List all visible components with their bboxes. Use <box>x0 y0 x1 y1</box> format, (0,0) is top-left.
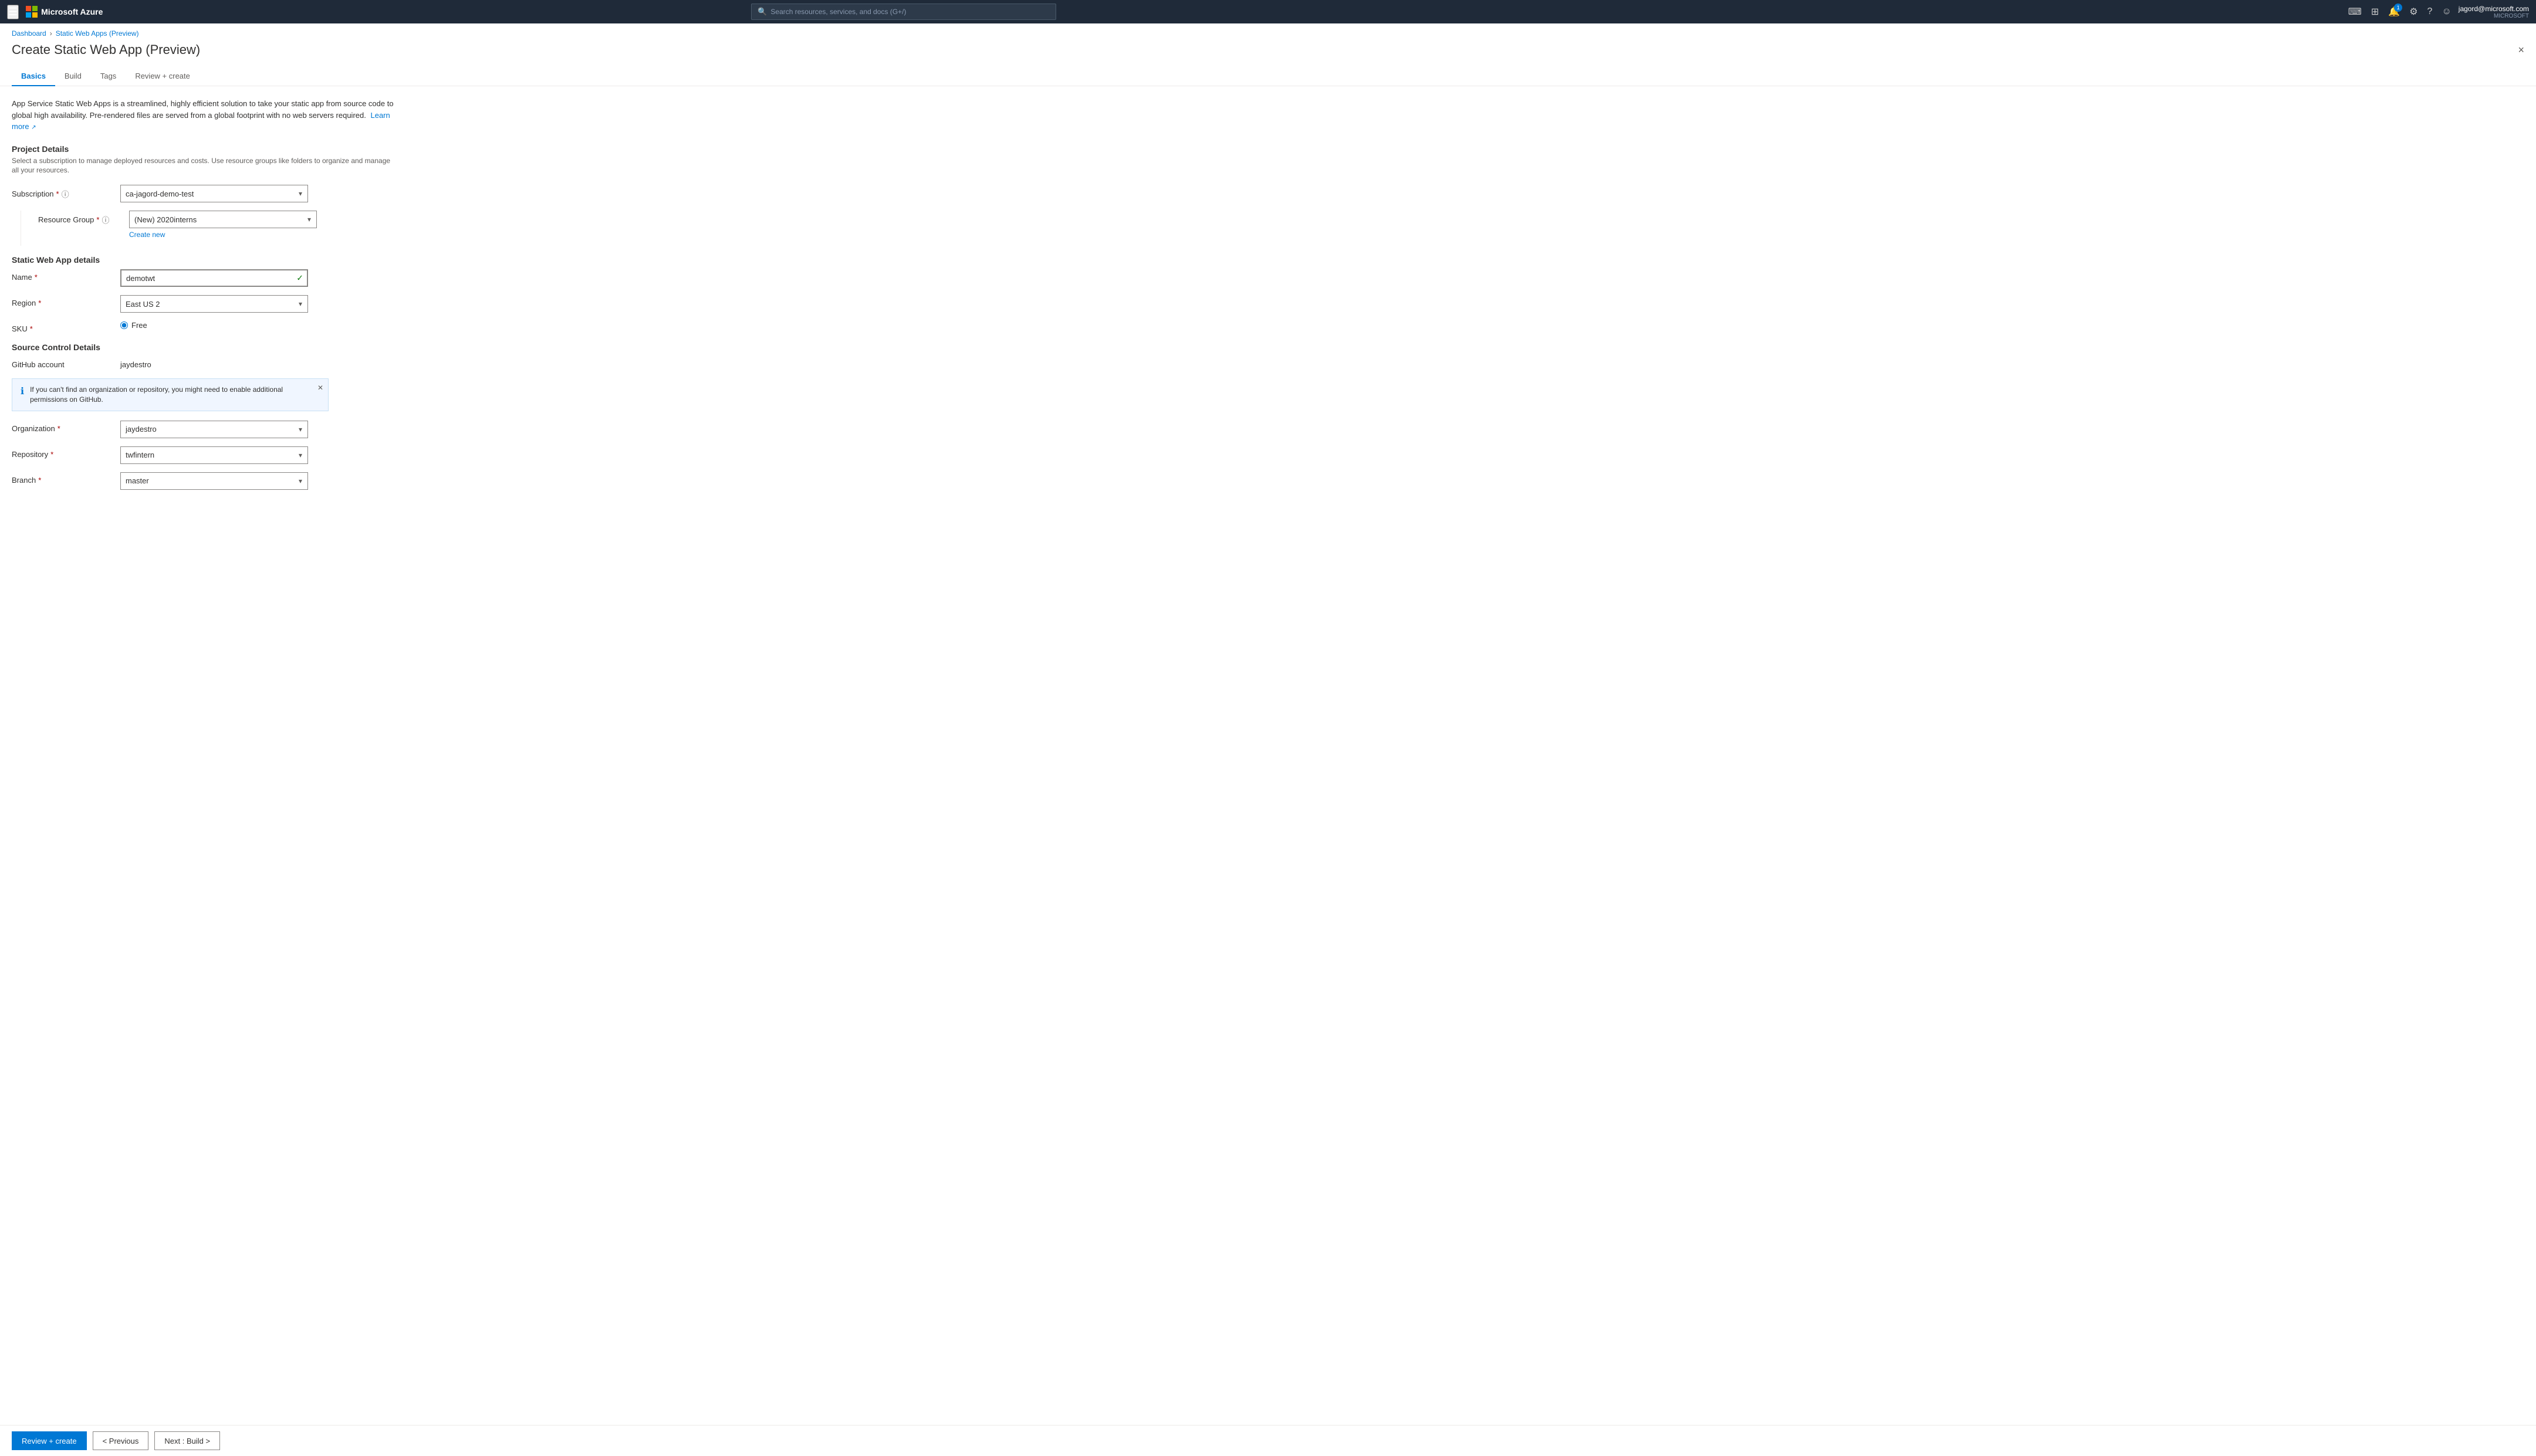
global-search-box[interactable]: 🔍 <box>751 4 1056 20</box>
info-banner-icon: ℹ <box>21 385 24 397</box>
name-valid-icon: ✓ <box>296 273 303 283</box>
name-input-wrapper: ✓ <box>120 269 308 287</box>
resource-group-info-icon[interactable]: ⓘ <box>102 214 109 225</box>
sku-options: Free <box>120 321 147 330</box>
notification-badge: 1 <box>2394 4 2402 12</box>
resource-group-label: Resource Group * ⓘ <box>38 211 129 225</box>
page-title-bar: Create Static Web App (Preview) × <box>0 38 2536 67</box>
name-input[interactable] <box>120 269 308 287</box>
user-email: jagord@microsoft.com <box>2459 5 2529 13</box>
repository-select[interactable]: twfintern <box>120 446 308 464</box>
region-select-wrapper[interactable]: East US 2 <box>120 295 308 313</box>
name-row: Name * ✓ <box>12 269 399 287</box>
next-build-button[interactable]: Next : Build > <box>154 1431 220 1450</box>
settings-button[interactable]: ⚙ <box>2407 4 2420 20</box>
subscription-required: * <box>56 189 59 198</box>
search-icon: 🔍 <box>758 7 767 16</box>
static-webapp-details-title: Static Web App details <box>12 255 399 265</box>
branch-select-wrapper[interactable]: master <box>120 472 308 490</box>
tab-review-create[interactable]: Review + create <box>126 67 200 86</box>
tab-basics[interactable]: Basics <box>12 67 55 86</box>
subscription-row: Subscription * ⓘ ca-jagord-demo-test <box>12 185 399 202</box>
project-details-title: Project Details <box>12 144 399 154</box>
resource-group-row: Resource Group * ⓘ (New) 2020interns Cre… <box>12 211 399 246</box>
github-account-label: GitHub account <box>12 357 120 369</box>
repository-required: * <box>50 450 53 459</box>
branch-select[interactable]: master <box>120 472 308 490</box>
resource-group-control: (New) 2020interns Create new <box>129 211 317 239</box>
sku-free-text: Free <box>131 321 147 330</box>
repository-label: Repository * <box>12 446 120 459</box>
github-account-row: GitHub account jaydestro <box>12 357 399 369</box>
intro-description: App Service Static Web Apps is a streaml… <box>12 98 399 133</box>
subscription-select-wrapper[interactable]: ca-jagord-demo-test <box>120 185 308 202</box>
project-details-desc: Select a subscription to manage deployed… <box>12 156 399 176</box>
organization-select[interactable]: jaydestro <box>120 421 308 438</box>
feedback-button[interactable]: ☺ <box>2439 4 2453 19</box>
sku-row: SKU * Free <box>12 321 399 333</box>
tab-tags[interactable]: Tags <box>91 67 126 86</box>
organization-required: * <box>58 424 60 433</box>
close-button[interactable]: × <box>2518 44 2524 56</box>
organization-row: Organization * jaydestro <box>12 421 399 438</box>
sku-free-label[interactable]: Free <box>120 321 147 330</box>
name-required: * <box>35 273 38 282</box>
resource-group-inner: Resource Group * ⓘ (New) 2020interns Cre… <box>38 211 399 239</box>
page-container: Dashboard › Static Web Apps (Preview) Cr… <box>0 23 2536 1456</box>
notifications-button[interactable]: 🔔 1 <box>2386 4 2402 20</box>
resource-group-required: * <box>96 215 99 224</box>
name-label: Name * <box>12 269 120 282</box>
user-org: MICROSOFT <box>2459 13 2529 19</box>
form-content: App Service Static Web Apps is a streaml… <box>0 86 411 557</box>
hamburger-menu-button[interactable]: ☰ <box>7 5 19 19</box>
breadcrumb: Dashboard › Static Web Apps (Preview) <box>0 23 2536 38</box>
region-required: * <box>38 299 41 307</box>
help-button[interactable]: ? <box>2425 4 2435 19</box>
topnav-icon-group: ⌨ ⊞ 🔔 1 ⚙ ? ☺ jagord@microsoft.com MICRO… <box>2346 4 2529 20</box>
review-create-button[interactable]: Review + create <box>12 1431 87 1450</box>
organization-label: Organization * <box>12 421 120 433</box>
info-banner-text: If you can't find an organization or rep… <box>30 385 320 405</box>
user-profile[interactable]: jagord@microsoft.com MICROSOFT <box>2459 5 2529 19</box>
subscription-label: Subscription * ⓘ <box>12 185 120 199</box>
bottom-action-bar: Review + create < Previous Next : Build … <box>0 1425 2536 1456</box>
branch-row: Branch * master <box>12 472 399 490</box>
info-banner: ℹ If you can't find an organization or r… <box>12 378 329 411</box>
tab-bar: Basics Build Tags Review + create <box>0 67 2536 86</box>
brand-logo: Microsoft Azure <box>26 6 103 18</box>
tab-build[interactable]: Build <box>55 67 91 86</box>
external-link-icon: ↗ <box>31 124 36 131</box>
cloud-shell-button[interactable]: ⌨ <box>2346 4 2364 20</box>
top-navigation: ☰ Microsoft Azure 🔍 ⌨ ⊞ 🔔 1 ⚙ ? ☺ jagord… <box>0 0 2536 23</box>
subscription-select[interactable]: ca-jagord-demo-test <box>120 185 308 202</box>
sku-free-radio[interactable] <box>120 321 128 329</box>
breadcrumb-sep-1: › <box>50 29 52 38</box>
region-label: Region * <box>12 295 120 307</box>
organization-select-wrapper[interactable]: jaydestro <box>120 421 308 438</box>
search-input[interactable] <box>770 8 1050 16</box>
region-row: Region * East US 2 <box>12 295 399 313</box>
breadcrumb-dashboard[interactable]: Dashboard <box>12 29 46 38</box>
resource-group-select-wrapper[interactable]: (New) 2020interns <box>129 211 317 228</box>
branch-label: Branch * <box>12 472 120 485</box>
sku-required: * <box>30 324 33 333</box>
branch-required: * <box>38 476 41 485</box>
repository-row: Repository * twfintern <box>12 446 399 464</box>
repository-select-wrapper[interactable]: twfintern <box>120 446 308 464</box>
breadcrumb-static-web-apps[interactable]: Static Web Apps (Preview) <box>56 29 139 38</box>
previous-button[interactable]: < Previous <box>93 1431 149 1450</box>
page-title: Create Static Web App (Preview) <box>12 42 200 57</box>
directory-button[interactable]: ⊞ <box>2369 4 2381 20</box>
brand-name: Microsoft Azure <box>41 7 103 16</box>
create-new-resource-group-link[interactable]: Create new <box>129 231 317 239</box>
region-select[interactable]: East US 2 <box>120 295 308 313</box>
sku-label: SKU * <box>12 321 120 333</box>
info-banner-close-button[interactable]: ✕ <box>317 384 323 392</box>
github-account-value: jaydestro <box>120 357 151 369</box>
subscription-info-icon[interactable]: ⓘ <box>62 188 69 199</box>
source-control-title: Source Control Details <box>12 343 399 352</box>
resource-group-select[interactable]: (New) 2020interns <box>129 211 317 228</box>
